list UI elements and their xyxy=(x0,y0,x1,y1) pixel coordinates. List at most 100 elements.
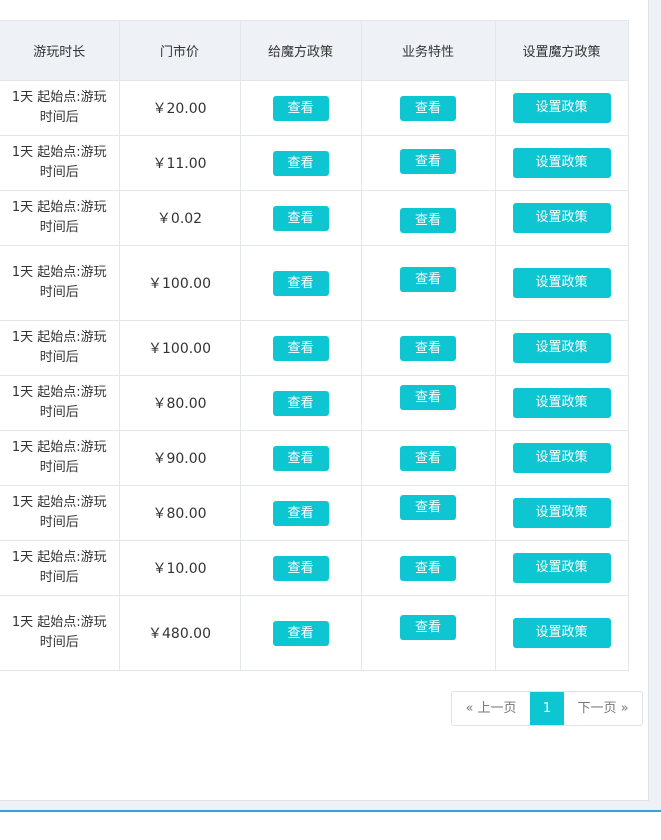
duration-line-2: 时间后 xyxy=(39,570,79,585)
bottom-bar xyxy=(0,810,661,840)
view-business-button[interactable]: 查看 xyxy=(400,494,456,520)
view-policy-button[interactable]: 查看 xyxy=(272,270,329,296)
page-button-current[interactable]: 1 xyxy=(530,692,564,725)
cell-price: ￥100.00 xyxy=(119,320,241,376)
cell-price: ￥0.02 xyxy=(119,190,241,246)
view-policy-button[interactable]: 查看 xyxy=(272,390,329,416)
cell-set-policy: 设置政策 xyxy=(495,135,629,191)
next-page-button[interactable]: 下一页 » xyxy=(564,692,642,725)
cell-business: 查看 xyxy=(361,595,496,671)
view-business-button[interactable]: 查看 xyxy=(400,555,456,581)
table-row: 1天 起始点:游玩 时间后 ￥100.00 查看 查看 设置政策 xyxy=(0,245,629,321)
cell-business: 查看 xyxy=(361,430,496,486)
cell-set-policy: 设置政策 xyxy=(495,80,629,136)
duration-line-1: 1天 起始点:游玩 xyxy=(11,90,107,105)
cell-price: ￥11.00 xyxy=(119,135,241,191)
cell-duration: 1天 起始点:游玩 时间后 xyxy=(0,430,120,486)
set-policy-button[interactable]: 设置政策 xyxy=(512,148,611,178)
cell-give-policy: 查看 xyxy=(240,485,362,541)
view-policy-button[interactable]: 查看 xyxy=(272,95,329,121)
cell-give-policy: 查看 xyxy=(240,320,362,376)
duration-line-2: 时间后 xyxy=(39,635,79,650)
cell-duration: 1天 起始点:游玩 时间后 xyxy=(0,245,120,321)
table-row: 1天 起始点:游玩 时间后 ￥80.00 查看 查看 设置政策 xyxy=(0,485,629,541)
cell-price: ￥100.00 xyxy=(119,245,241,321)
view-policy-button[interactable]: 查看 xyxy=(272,445,329,471)
table-row: 1天 起始点:游玩 时间后 ￥20.00 查看 查看 设置政策 xyxy=(0,80,629,136)
col-header-duration: 游玩时长 xyxy=(0,20,120,81)
view-business-button[interactable]: 查看 xyxy=(400,614,456,640)
cell-business: 查看 xyxy=(361,135,496,191)
table-row: 1天 起始点:游玩 时间后 ￥0.02 查看 查看 设置政策 xyxy=(0,190,629,246)
set-policy-button[interactable]: 设置政策 xyxy=(512,498,611,528)
set-policy-button[interactable]: 设置政策 xyxy=(512,553,611,583)
pagination: « 上一页 1 下一页 » xyxy=(451,691,643,726)
view-business-button[interactable]: 查看 xyxy=(400,266,456,292)
cell-set-policy: 设置政策 xyxy=(495,540,629,596)
cell-price: ￥20.00 xyxy=(119,80,241,136)
view-policy-button[interactable]: 查看 xyxy=(272,500,329,526)
policy-table: 游玩时长 门市价 给魔方政策 业务特性 设置魔方政策 1天 起始点:游玩 时间后 ￥… xyxy=(0,20,629,671)
duration-line-2: 时间后 xyxy=(39,285,79,300)
view-policy-button[interactable]: 查看 xyxy=(272,335,329,361)
set-policy-button[interactable]: 设置政策 xyxy=(512,618,611,648)
duration-line-1: 1天 起始点:游玩 xyxy=(11,550,107,565)
view-business-button[interactable]: 查看 xyxy=(400,148,456,174)
duration-line-2: 时间后 xyxy=(39,460,79,475)
view-policy-button[interactable]: 查看 xyxy=(272,555,329,581)
cell-price: ￥80.00 xyxy=(119,485,241,541)
duration-line-1: 1天 起始点:游玩 xyxy=(11,495,107,510)
view-policy-button[interactable]: 查看 xyxy=(272,150,329,176)
table-row: 1天 起始点:游玩 时间后 ￥80.00 查看 查看 设置政策 xyxy=(0,375,629,431)
cell-duration: 1天 起始点:游玩 时间后 xyxy=(0,375,120,431)
cell-price: ￥80.00 xyxy=(119,375,241,431)
set-policy-button[interactable]: 设置政策 xyxy=(512,203,611,233)
cell-set-policy: 设置政策 xyxy=(495,595,629,671)
table-row: 1天 起始点:游玩 时间后 ￥100.00 查看 查看 设置政策 xyxy=(0,320,629,376)
view-policy-button[interactable]: 查看 xyxy=(272,620,329,646)
duration-line-1: 1天 起始点:游玩 xyxy=(11,145,107,160)
cell-set-policy: 设置政策 xyxy=(495,430,629,486)
cell-set-policy: 设置政策 xyxy=(495,375,629,431)
table-row: 1天 起始点:游玩 时间后 ￥11.00 查看 查看 设置政策 xyxy=(0,135,629,191)
view-policy-button[interactable]: 查看 xyxy=(272,205,329,231)
cell-duration: 1天 起始点:游玩 时间后 xyxy=(0,485,120,541)
duration-line-1: 1天 起始点:游玩 xyxy=(11,265,107,280)
duration-line-1: 1天 起始点:游玩 xyxy=(11,200,107,215)
cell-business: 查看 xyxy=(361,245,496,321)
cell-duration: 1天 起始点:游玩 时间后 xyxy=(0,595,120,671)
col-header-set-policy: 设置魔方政策 xyxy=(495,20,629,81)
cell-set-policy: 设置政策 xyxy=(495,190,629,246)
view-business-button[interactable]: 查看 xyxy=(400,207,456,233)
table-row: 1天 起始点:游玩 时间后 ￥90.00 查看 查看 设置政策 xyxy=(0,430,629,486)
table-body: 1天 起始点:游玩 时间后 ￥20.00 查看 查看 设置政策 1天 起始点:游玩 时间后 ￥1… xyxy=(0,80,629,671)
set-policy-button[interactable]: 设置政策 xyxy=(512,333,611,363)
duration-line-2: 时间后 xyxy=(39,515,79,530)
cell-duration: 1天 起始点:游玩 时间后 xyxy=(0,540,120,596)
view-business-button[interactable]: 查看 xyxy=(400,95,456,121)
set-policy-button[interactable]: 设置政策 xyxy=(512,443,611,473)
set-policy-button[interactable]: 设置政策 xyxy=(512,93,611,123)
cell-give-policy: 查看 xyxy=(240,245,362,321)
cell-price: ￥480.00 xyxy=(119,595,241,671)
duration-line-2: 时间后 xyxy=(39,220,79,235)
cell-duration: 1天 起始点:游玩 时间后 xyxy=(0,80,120,136)
cell-give-policy: 查看 xyxy=(240,135,362,191)
table-row: 1天 起始点:游玩 时间后 ￥10.00 查看 查看 设置政策 xyxy=(0,540,629,596)
view-business-button[interactable]: 查看 xyxy=(400,384,456,410)
duration-line-1: 1天 起始点:游玩 xyxy=(11,440,107,455)
duration-line-2: 时间后 xyxy=(39,405,79,420)
view-business-button[interactable]: 查看 xyxy=(400,335,456,361)
cell-duration: 1天 起始点:游玩 时间后 xyxy=(0,135,120,191)
duration-line-1: 1天 起始点:游玩 xyxy=(11,615,107,630)
cell-business: 查看 xyxy=(361,540,496,596)
cell-set-policy: 设置政策 xyxy=(495,245,629,321)
cell-give-policy: 查看 xyxy=(240,190,362,246)
duration-line-2: 时间后 xyxy=(39,165,79,180)
set-policy-button[interactable]: 设置政策 xyxy=(512,268,611,298)
cell-business: 查看 xyxy=(361,80,496,136)
view-business-button[interactable]: 查看 xyxy=(400,445,456,471)
prev-page-button[interactable]: « 上一页 xyxy=(452,692,530,725)
set-policy-button[interactable]: 设置政策 xyxy=(512,388,611,418)
cell-set-policy: 设置政策 xyxy=(495,320,629,376)
